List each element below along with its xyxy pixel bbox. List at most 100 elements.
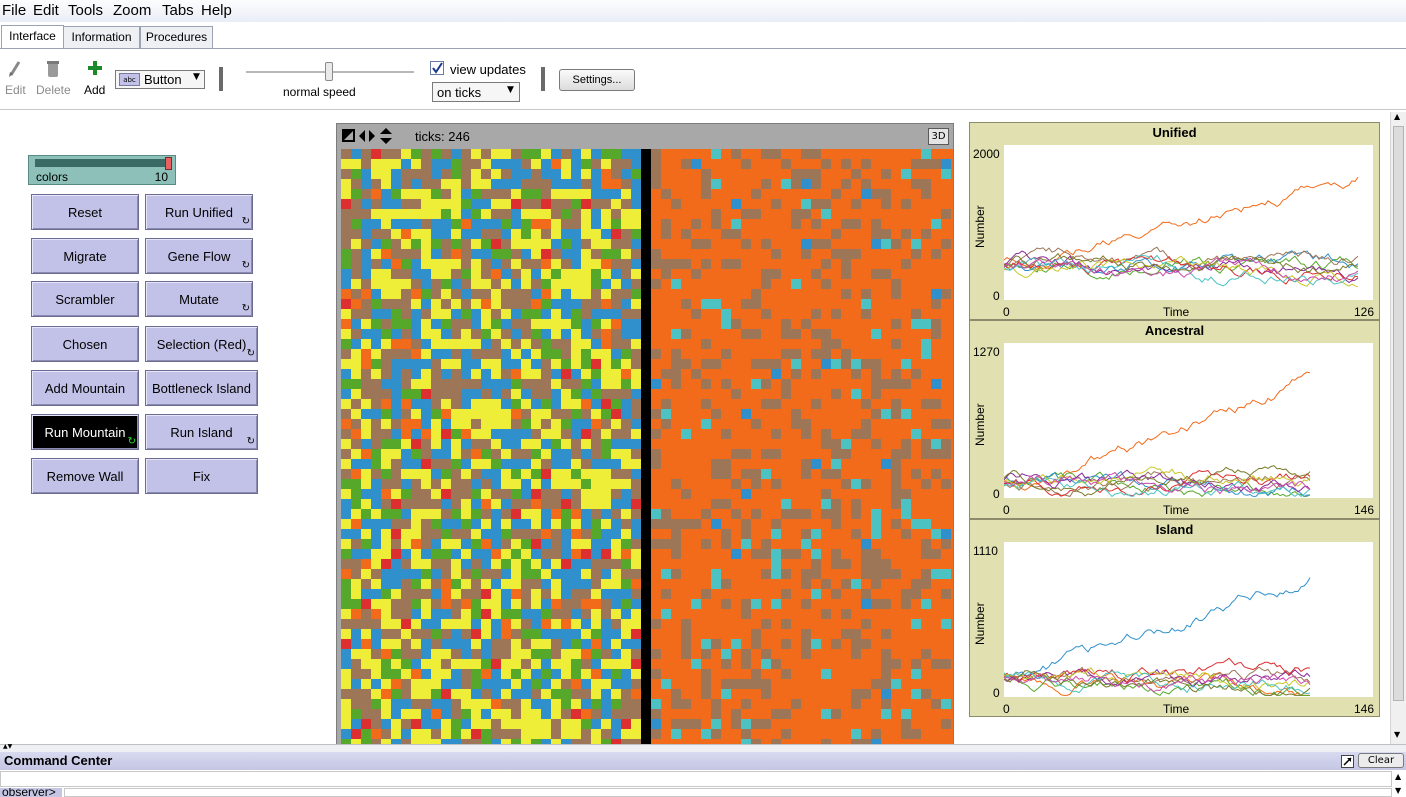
patch bbox=[541, 349, 551, 359]
patch bbox=[581, 639, 591, 649]
patch bbox=[621, 679, 631, 689]
patch bbox=[751, 209, 761, 219]
menu-zoom[interactable]: Zoom bbox=[113, 2, 151, 19]
patch bbox=[461, 689, 471, 699]
patch bbox=[611, 659, 621, 669]
tab-interface[interactable]: Interface bbox=[1, 25, 64, 48]
speed-slider-thumb[interactable] bbox=[325, 62, 333, 81]
patch bbox=[401, 429, 411, 439]
gene-flow-button[interactable]: Gene Flow ↻ bbox=[145, 238, 253, 274]
run-mountain-button[interactable]: Run Mountain ↻ bbox=[31, 414, 139, 450]
patch bbox=[371, 269, 381, 279]
3d-view-button[interactable]: 3D bbox=[928, 128, 949, 145]
view-updates-checkbox[interactable] bbox=[430, 61, 444, 75]
patch bbox=[801, 579, 811, 589]
patch bbox=[771, 429, 781, 439]
splitter-arrows-icon[interactable]: ▲▼ bbox=[3, 743, 12, 750]
colors-slider-thumb[interactable] bbox=[165, 157, 172, 170]
patch bbox=[621, 429, 631, 439]
tab-procedures[interactable]: Procedures bbox=[140, 26, 213, 48]
patch bbox=[371, 249, 381, 259]
patch bbox=[631, 649, 641, 659]
colors-slider-track[interactable] bbox=[35, 159, 171, 167]
patch bbox=[391, 459, 401, 469]
add-label[interactable]: Add bbox=[84, 83, 105, 97]
patch bbox=[351, 399, 361, 409]
patch bbox=[681, 649, 691, 659]
scroll-down-icon[interactable]: ▼ bbox=[1395, 786, 1401, 795]
patch bbox=[611, 719, 621, 729]
patch bbox=[531, 449, 541, 459]
patch bbox=[421, 469, 431, 479]
expand-icon[interactable] bbox=[1341, 755, 1354, 768]
chosen-button[interactable]: Chosen bbox=[31, 326, 139, 362]
remove-wall-button[interactable]: Remove Wall bbox=[31, 458, 139, 494]
migrate-button[interactable]: Migrate bbox=[31, 238, 139, 274]
patch bbox=[371, 379, 381, 389]
pencil-icon[interactable] bbox=[7, 59, 23, 77]
patch bbox=[861, 689, 871, 699]
menu-tools[interactable]: Tools bbox=[68, 2, 103, 19]
patch bbox=[341, 199, 351, 209]
patch bbox=[391, 479, 401, 489]
view-resize-icon[interactable] bbox=[342, 129, 356, 143]
splitter[interactable]: ▲▼ bbox=[0, 743, 1406, 752]
world-canvas[interactable] bbox=[341, 149, 953, 745]
patch bbox=[541, 469, 551, 479]
settings-button[interactable]: Settings... bbox=[559, 69, 635, 91]
tab-information[interactable]: Information bbox=[63, 26, 140, 48]
patch bbox=[381, 149, 391, 159]
patch bbox=[901, 709, 911, 719]
bottleneck-island-button[interactable]: Bottleneck Island bbox=[145, 370, 258, 406]
patch bbox=[671, 259, 681, 269]
patch bbox=[571, 259, 581, 269]
menu-file[interactable]: File bbox=[2, 2, 26, 19]
scrollbar-thumb[interactable] bbox=[1393, 126, 1404, 701]
patch bbox=[491, 419, 501, 429]
run-unified-button[interactable]: Run Unified ↻ bbox=[145, 194, 253, 230]
mutate-button[interactable]: Mutate ↻ bbox=[145, 281, 253, 317]
patch bbox=[591, 389, 601, 399]
colors-slider[interactable]: colors 10 bbox=[28, 155, 176, 185]
patch bbox=[801, 199, 811, 209]
fix-button[interactable]: Fix bbox=[145, 458, 258, 494]
patch bbox=[431, 519, 441, 529]
patch bbox=[391, 369, 401, 379]
scroll-up-icon[interactable]: ▲ bbox=[1394, 112, 1400, 121]
patch bbox=[521, 499, 531, 509]
run-island-button[interactable]: Run Island ↻ bbox=[145, 414, 258, 450]
patch bbox=[531, 349, 541, 359]
patch bbox=[851, 429, 861, 439]
menu-help[interactable]: Help bbox=[201, 2, 232, 19]
observer-prompt-box[interactable]: observer> bbox=[0, 788, 62, 797]
horizontal-arrows-icon[interactable] bbox=[359, 129, 375, 143]
patch bbox=[661, 219, 671, 229]
clear-button[interactable]: Clear bbox=[1358, 753, 1404, 768]
patch bbox=[591, 679, 601, 689]
patch bbox=[391, 489, 401, 499]
patch bbox=[401, 579, 411, 589]
selection-red-button[interactable]: Selection (Red) ↻ bbox=[145, 326, 258, 362]
patch bbox=[371, 179, 381, 189]
patch bbox=[491, 499, 501, 509]
menu-tabs[interactable]: Tabs bbox=[162, 2, 194, 19]
trash-icon[interactable] bbox=[46, 60, 60, 78]
command-input[interactable] bbox=[64, 788, 1392, 797]
widget-type-select[interactable]: abc Button ▼ bbox=[115, 70, 205, 89]
scroll-up-icon[interactable]: ▲ bbox=[1395, 772, 1401, 781]
patch bbox=[561, 409, 571, 419]
menu-edit[interactable]: Edit bbox=[33, 2, 59, 19]
reset-button[interactable]: Reset bbox=[31, 194, 139, 230]
patch bbox=[451, 589, 461, 599]
plus-icon[interactable] bbox=[87, 60, 103, 76]
update-mode-select[interactable]: on ticks ▼ bbox=[432, 82, 520, 102]
vertical-arrows-icon[interactable] bbox=[379, 128, 393, 144]
scroll-down-icon[interactable]: ▼ bbox=[1394, 730, 1400, 739]
add-mountain-button[interactable]: Add Mountain bbox=[31, 370, 139, 406]
patch bbox=[461, 529, 471, 539]
edit-label[interactable]: Edit bbox=[5, 83, 26, 97]
vertical-scrollbar[interactable]: ▲ ▼ bbox=[1390, 112, 1406, 744]
scrambler-button[interactable]: Scrambler bbox=[31, 281, 139, 317]
patch bbox=[591, 289, 601, 299]
delete-label[interactable]: Delete bbox=[36, 83, 71, 97]
